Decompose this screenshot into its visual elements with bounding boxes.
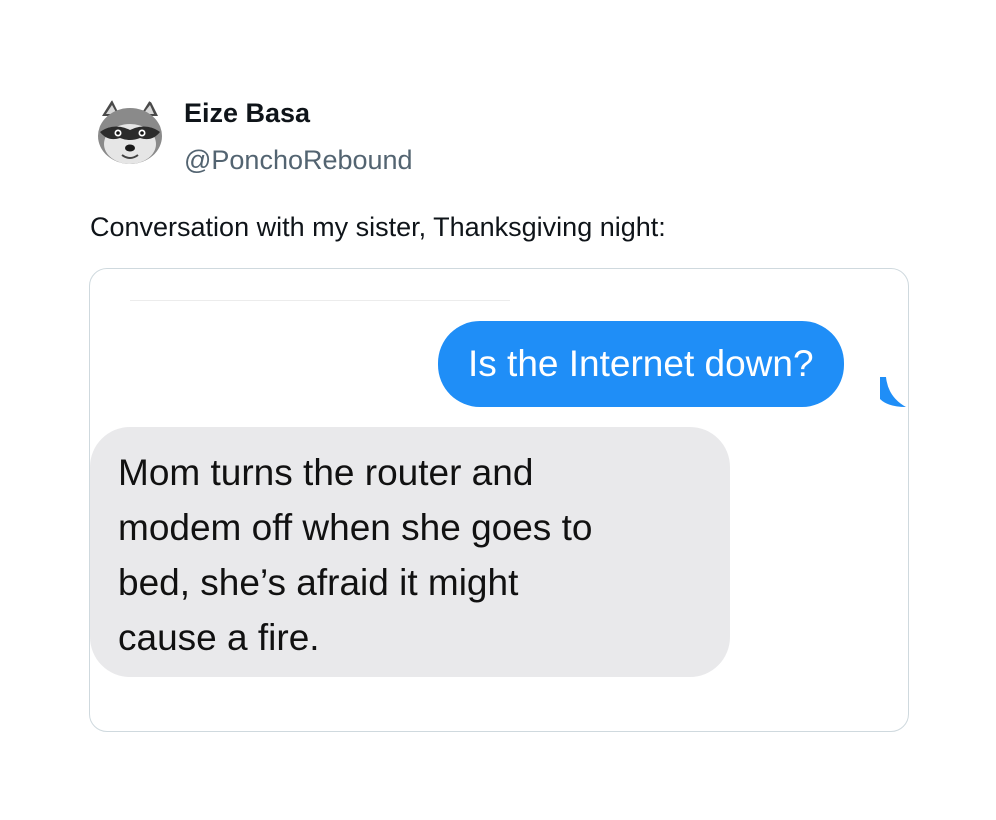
avatar[interactable] xyxy=(92,96,168,172)
display-name[interactable]: Eize Basa xyxy=(184,96,310,130)
message-line: Mom turns the router and xyxy=(118,452,534,493)
message-line: cause a fire. xyxy=(118,617,320,658)
media-card[interactable]: Is the Internet down? Mom turns the rout… xyxy=(89,268,909,732)
screenshot-divider xyxy=(130,300,510,301)
raccoon-avatar-icon xyxy=(92,96,168,172)
outgoing-message-bubble: Is the Internet down? xyxy=(438,321,844,407)
message-line: bed, she’s afraid it might xyxy=(118,562,519,603)
tweet-text: Conversation with my sister, Thanksgivin… xyxy=(90,212,666,242)
incoming-message-bubble: Mom turns the router and modem off when … xyxy=(90,427,730,677)
tweet: Eize Basa @PonchoRebound Conversation wi… xyxy=(0,0,996,820)
message-line: modem off when she goes to xyxy=(118,507,593,548)
user-handle[interactable]: @PonchoRebound xyxy=(184,143,413,177)
bubble-tail-icon xyxy=(880,377,906,407)
